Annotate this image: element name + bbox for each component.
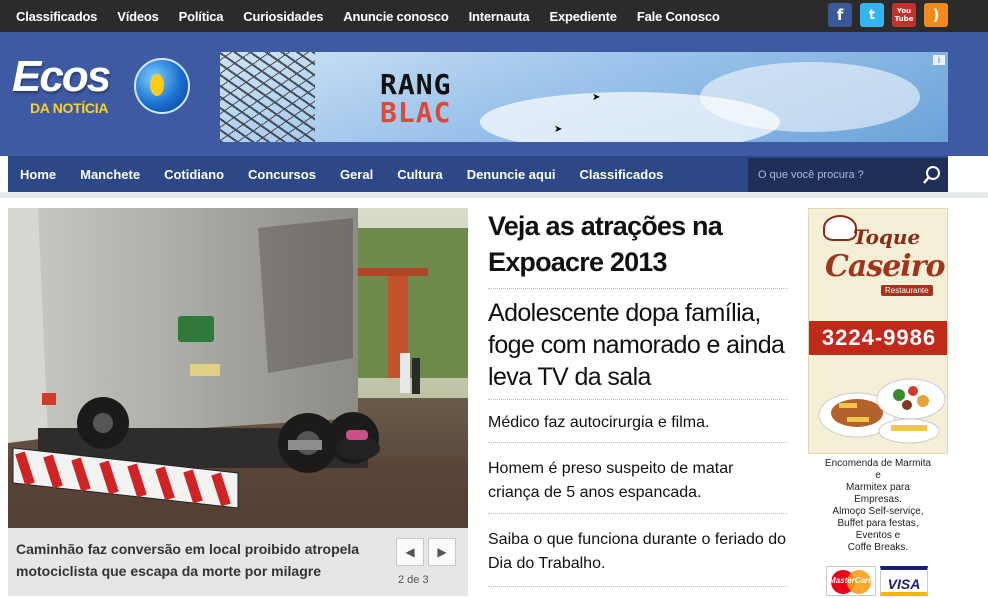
top-nav-classificados[interactable]: Classificados (6, 9, 107, 24)
desc-line: Encomenda de Marmita (824, 458, 932, 469)
youtube-icon[interactable]: You Tube (892, 3, 916, 27)
desc-line: e (875, 470, 881, 481)
ad-choices-icon[interactable]: i (932, 54, 946, 66)
search-box (748, 158, 948, 192)
slider-prev-button[interactable]: ◀ (396, 538, 424, 566)
nav-cotidiano[interactable]: Cotidiano (152, 167, 236, 182)
top-nav-curiosidades[interactable]: Curiosidades (233, 9, 333, 24)
barbed-wire-graphic (220, 52, 315, 142)
top-nav-politica[interactable]: Política (169, 9, 234, 24)
logo-title: Ecos (12, 52, 111, 101)
slider-next-button[interactable]: ▶ (428, 538, 456, 566)
social-links: f t You Tube ) (828, 3, 948, 27)
globe-icon (134, 58, 190, 114)
chef-hat-icon (823, 215, 857, 241)
logo-subtitle: DA NOTÍCIA (30, 100, 109, 116)
desc-line: Almoço Self-serviçe, (832, 506, 924, 517)
bird-icon: ➤ (554, 124, 563, 135)
side-ad[interactable]: Toque Caseiro Restaurante 3224-9986 (808, 208, 948, 454)
banner-text-line2: BLAC (380, 96, 452, 129)
desc-line: Marmitex para (846, 482, 910, 493)
mastercard-label: MasterCard (829, 576, 874, 585)
nav-geral[interactable]: Geral (328, 167, 385, 182)
headline-3[interactable]: Médico faz autocirurgia e filma. (488, 400, 788, 443)
mastercard-icon: MasterCard (826, 566, 876, 596)
headline-1[interactable]: Veja as atrações na Expoacre 2013 (488, 208, 788, 289)
top-nav: Classificados Vídeos Política Curiosidad… (6, 0, 730, 32)
desc-line: Coffe Breaks. (847, 542, 909, 553)
nav-classificados[interactable]: Classificados (568, 167, 676, 182)
facebook-icon[interactable]: f (828, 3, 852, 27)
slider-caption[interactable]: Caminhão faz conversão em local proibido… (16, 538, 386, 582)
side-ad-description: Encomenda de Marmita e Marmitex para Emp… (808, 458, 948, 554)
food-plates-image (817, 363, 947, 445)
top-banner-ad[interactable]: RANG BLAC ➤ ➤ i (220, 52, 948, 142)
site-logo[interactable]: Ecos DA NOTÍCIA (12, 52, 192, 132)
top-nav-internauta[interactable]: Internauta (459, 9, 540, 24)
headline-2[interactable]: Adolescente dopa família, foge com namor… (488, 289, 788, 400)
headline-list: Veja as atrações na Expoacre 2013 Adoles… (488, 208, 788, 587)
slider-controls: ◀ ▶ (396, 538, 456, 566)
ad-brand-line1: Toque (853, 225, 921, 249)
rss-icon[interactable]: ) (924, 3, 948, 27)
visa-icon: VISA (880, 566, 928, 596)
nav-denuncie-aqui[interactable]: Denuncie aqui (455, 167, 568, 182)
payment-cards: MasterCard VISA (826, 566, 928, 596)
bird-icon: ➤ (592, 92, 601, 103)
search-icon[interactable] (922, 165, 942, 185)
headline-4[interactable]: Homem é preso suspeito de matar criança … (488, 443, 788, 514)
headline-5[interactable]: Saiba o que funciona durante o feriado d… (488, 514, 788, 587)
banner-cloud (700, 62, 920, 132)
top-nav-expediente[interactable]: Expediente (539, 9, 626, 24)
twitter-icon[interactable]: t (860, 3, 884, 27)
featured-slider: Caminhão faz conversão em local proibido… (8, 208, 468, 596)
featured-photo[interactable] (8, 208, 468, 528)
site-header: Ecos DA NOTÍCIA RANG BLAC ➤ ➤ i Home Man… (0, 32, 988, 192)
search-input[interactable] (748, 158, 914, 192)
nav-home[interactable]: Home (8, 167, 68, 182)
ad-brand-line3: Restaurante (881, 285, 933, 296)
ad-brand-line2: Caseiro (825, 249, 946, 284)
ad-phone: 3224-9986 (809, 321, 947, 355)
top-nav-videos[interactable]: Vídeos (107, 9, 168, 24)
slider-caption-box: Caminhão faz conversão em local proibido… (8, 528, 468, 596)
top-bar: Classificados Vídeos Política Curiosidad… (0, 0, 988, 32)
desc-line: Eventos e (855, 530, 901, 541)
desc-line: Buffet para festas, (837, 518, 919, 529)
desc-line: Empresas. (854, 494, 902, 505)
header-divider (0, 192, 988, 198)
slider-counter: 2 de 3 (398, 574, 429, 586)
nav-concursos[interactable]: Concursos (236, 167, 328, 182)
top-nav-anuncie[interactable]: Anuncie conosco (333, 9, 458, 24)
nav-manchete[interactable]: Manchete (68, 167, 152, 182)
nav-cultura[interactable]: Cultura (385, 167, 455, 182)
top-nav-fale-conosco[interactable]: Fale Conosco (627, 9, 730, 24)
